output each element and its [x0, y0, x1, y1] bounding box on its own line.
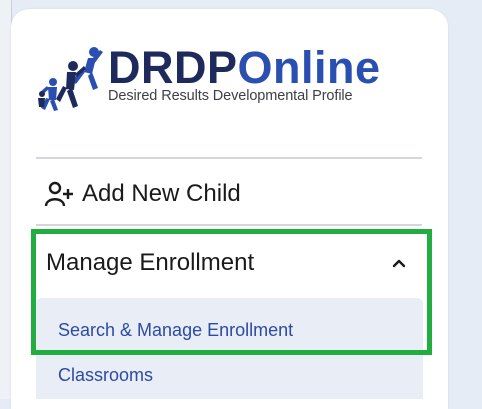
logo-title: DRDPOnline	[108, 44, 381, 92]
manage-enrollment-submenu: Search & Manage Enrollment Classrooms	[36, 298, 423, 399]
chevron-up-icon[interactable]	[390, 254, 408, 272]
logo-brand-drdp: DRDP	[108, 42, 238, 93]
logo-subtitle: Desired Results Developmental Profile	[108, 88, 353, 104]
nav-item-label: Add New Child	[82, 180, 241, 207]
running-figures-icon	[38, 47, 103, 111]
add-person-icon	[44, 181, 73, 207]
logo-brand-online: Online	[237, 42, 381, 93]
divider	[36, 157, 422, 159]
nav-item-manage-enrollment[interactable]: Manage Enrollment	[36, 235, 422, 291]
divider	[36, 224, 422, 226]
drdp-online-logo[interactable]: DRDPOnline Desired Results Developmental…	[36, 44, 436, 116]
submenu-item-classrooms[interactable]: Classrooms	[58, 365, 153, 386]
nav-item-add-new-child[interactable]: Add New Child	[36, 168, 422, 220]
nav-item-label: Manage Enrollment	[46, 249, 255, 276]
submenu-item-search-manage-enrollment[interactable]: Search & Manage Enrollment	[58, 320, 293, 341]
